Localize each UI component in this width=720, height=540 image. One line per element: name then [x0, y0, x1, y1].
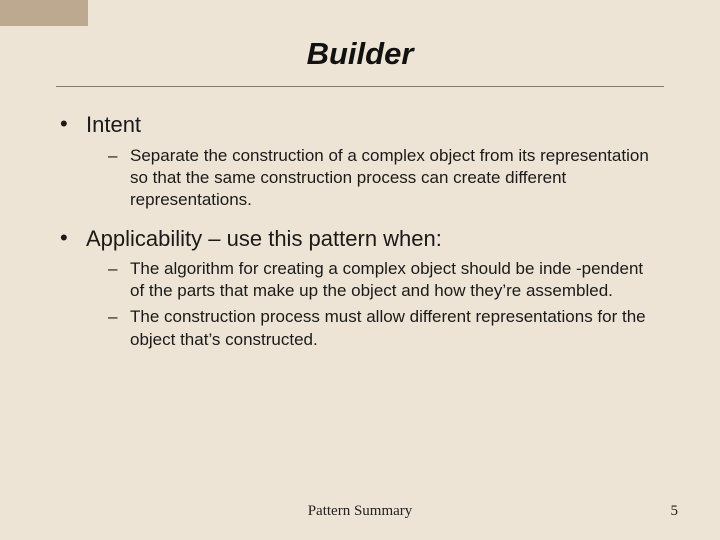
footer-label: Pattern Summary [0, 503, 720, 520]
intent-sublist: – Separate the construction of a complex… [108, 145, 664, 211]
bullet-applicability: • Applicability – use this pattern when: [60, 225, 664, 253]
slide: Builder • Intent – Separate the construc… [0, 0, 720, 540]
bullet-intent: • Intent [60, 111, 664, 139]
bullet-icon: • [60, 111, 86, 137]
bullet-icon: • [60, 225, 86, 251]
dash-icon: – [108, 145, 130, 167]
sub-text: The algorithm for creating a complex obj… [130, 258, 650, 302]
sub-text: Separate the construction of a complex o… [130, 145, 650, 211]
bullet-label: Intent [86, 111, 141, 139]
slide-body: • Intent – Separate the construction of … [56, 111, 664, 351]
list-item: – Separate the construction of a complex… [108, 145, 664, 211]
list-item: – The construction process must allow di… [108, 306, 664, 350]
sub-text: The construction process must allow diff… [130, 306, 650, 350]
page-number: 5 [671, 503, 679, 520]
title-rule [56, 86, 664, 87]
dash-icon: – [108, 306, 130, 328]
list-item: – The algorithm for creating a complex o… [108, 258, 664, 302]
slide-title: Builder [56, 36, 664, 72]
dash-icon: – [108, 258, 130, 280]
applicability-sublist: – The algorithm for creating a complex o… [108, 258, 664, 350]
bullet-label: Applicability – use this pattern when: [86, 225, 442, 253]
